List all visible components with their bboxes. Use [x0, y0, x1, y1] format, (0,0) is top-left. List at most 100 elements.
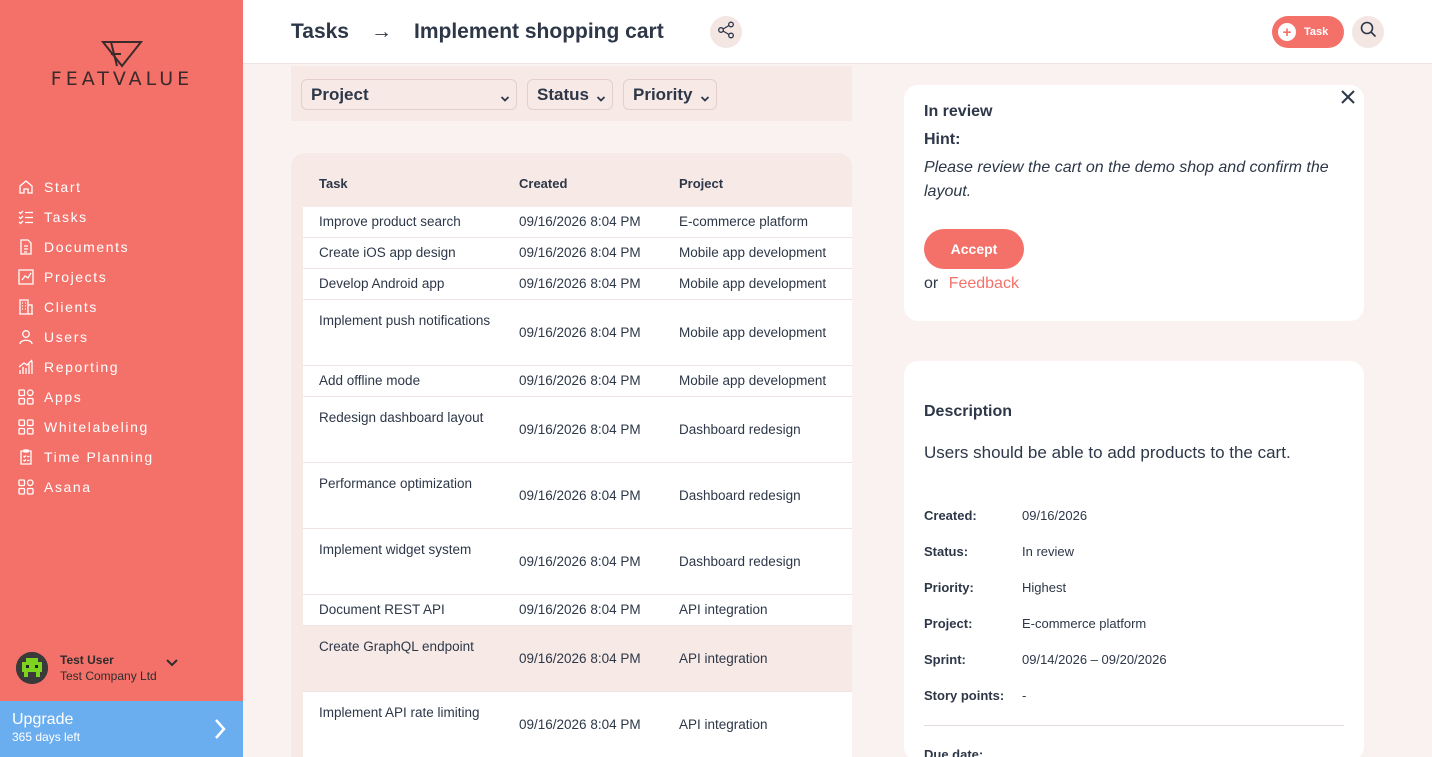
chevron-right-icon [213, 718, 227, 745]
sidebar-item-apps[interactable]: Apps [16, 382, 154, 412]
column-created[interactable]: Created [519, 176, 567, 191]
status-filter-label: Status [537, 84, 589, 104]
sidebar-item-documents[interactable]: Documents [16, 232, 154, 262]
search-icon [1360, 21, 1377, 43]
accept-button[interactable]: Accept [924, 229, 1024, 269]
whitelabel-icon [16, 417, 36, 437]
sidebar-item-label: Documents [44, 239, 130, 255]
table-row[interactable]: Document REST API 09/16/2026 8:04 PM API… [303, 595, 852, 626]
meta-key: Project: [924, 616, 973, 631]
created-cell: 09/16/2026 8:04 PM [519, 602, 641, 617]
project-cell: API integration [679, 602, 768, 617]
sidebar-item-clients[interactable]: Clients [16, 292, 154, 322]
table-row[interactable]: Redesign dashboard layout 09/16/2026 8:0… [303, 397, 852, 463]
created-cell: 09/16/2026 8:04 PM [519, 373, 641, 388]
chevron-down-icon [500, 89, 510, 109]
meta-value[interactable]: E-commerce platform [1022, 616, 1146, 631]
task-cell: Create GraphQL endpoint [319, 639, 474, 654]
created-cell: 09/16/2026 8:04 PM [519, 554, 641, 569]
sidebar-item-users[interactable]: Users [16, 322, 154, 352]
meta-value[interactable]: 09/14/2026 – 09/20/2026 [1022, 652, 1167, 667]
share-button[interactable] [710, 16, 742, 48]
sidebar-item-label: Whitelabeling [44, 419, 149, 435]
projects-icon [16, 267, 36, 287]
upgrade-button[interactable]: Upgrade 365 days left [0, 701, 243, 757]
sidebar-item-whitelabeling[interactable]: Whitelabeling [16, 412, 154, 442]
breadcrumb-root[interactable]: Tasks [291, 20, 349, 44]
user-menu[interactable]: Test User Test Company Ltd [16, 652, 179, 684]
sidebar-item-reporting[interactable]: Reporting [16, 352, 154, 382]
task-cell: Redesign dashboard layout [319, 410, 484, 425]
meta-key: Created: [924, 508, 977, 523]
project-filter[interactable]: Project [301, 79, 517, 110]
created-cell: 09/16/2026 8:04 PM [519, 214, 641, 229]
search-button[interactable] [1352, 16, 1384, 48]
close-icon [1340, 89, 1356, 110]
project-cell: API integration [679, 651, 768, 666]
close-button[interactable] [1336, 87, 1360, 111]
logo-icon [100, 41, 144, 68]
priority-filter[interactable]: Priority [623, 79, 717, 110]
feedback-line: or Feedback [924, 275, 1019, 293]
sidebar-item-start[interactable]: Start [16, 172, 154, 202]
column-task[interactable]: Task [319, 176, 348, 191]
sidebar-nav: Start Tasks Documents Projects Clients U… [16, 172, 154, 502]
sidebar-item-tasks[interactable]: Tasks [16, 202, 154, 232]
chevron-down-icon [596, 89, 606, 109]
tasks-table: Task Created Project Improve product sea… [291, 153, 852, 757]
add-task-button[interactable]: + Task [1272, 16, 1344, 48]
column-project[interactable]: Project [679, 176, 723, 191]
table-row[interactable]: Performance optimization 09/16/2026 8:04… [303, 463, 852, 529]
task-cell: Add offline mode [319, 373, 421, 388]
logo[interactable]: FEATVALUE [36, 40, 208, 90]
meta-value[interactable]: Highest [1022, 580, 1066, 595]
or-text: or [924, 275, 939, 292]
table-row[interactable]: Add offline mode 09/16/2026 8:04 PM Mobi… [303, 366, 852, 397]
table-row[interactable]: Implement widget system 09/16/2026 8:04 … [303, 529, 852, 595]
task-cell: Create iOS app design [319, 245, 456, 260]
project-cell: Mobile app development [679, 373, 827, 388]
chevron-down-icon[interactable] [165, 655, 179, 673]
task-cell: Implement API rate limiting [319, 705, 480, 720]
created-cell: 09/16/2026 8:04 PM [519, 276, 641, 291]
sidebar-item-label: Asana [44, 479, 92, 495]
documents-icon [16, 237, 36, 257]
table-row[interactable]: Create GraphQL endpoint 09/16/2026 8:04 … [303, 626, 852, 692]
sidebar-item-label: Clients [44, 299, 98, 315]
project-cell: Mobile app development [679, 325, 827, 340]
sidebar-item-asana[interactable]: Asana [16, 472, 154, 502]
created-cell: 09/16/2026 8:04 PM [519, 422, 641, 437]
project-cell: Dashboard redesign [679, 554, 801, 569]
project-filter-label: Project [311, 84, 369, 104]
table-row[interactable]: Create iOS app design 09/16/2026 8:04 PM… [303, 238, 852, 269]
sidebar-item-label: Projects [44, 269, 108, 285]
user-company: Test Company Ltd [60, 669, 157, 683]
user-icon [16, 327, 36, 347]
task-cell: Implement widget system [319, 542, 472, 557]
user-name: Test User [60, 653, 114, 667]
table-row[interactable]: Develop Android app 09/16/2026 8:04 PM M… [303, 269, 852, 300]
meta-value[interactable]: In review [1022, 544, 1074, 559]
feedback-link[interactable]: Feedback [949, 275, 1019, 292]
status-filter[interactable]: Status [527, 79, 613, 110]
task-cell: Develop Android app [319, 276, 445, 291]
meta-value[interactable]: - [1022, 688, 1026, 703]
avatar [16, 652, 48, 684]
table-row[interactable]: Implement push notifications 09/16/2026 … [303, 300, 852, 366]
sidebar-item-time-planning[interactable]: Time Planning [16, 442, 154, 472]
table-row[interactable]: Implement API rate limiting 09/16/2026 8… [303, 692, 852, 757]
hint-text: Please review the cart on the demo shop … [924, 159, 1329, 200]
upgrade-title: Upgrade [12, 711, 74, 728]
project-cell: Mobile app development [679, 245, 827, 260]
apps-icon [16, 477, 36, 497]
table-row[interactable]: Improve product search 09/16/2026 8:04 P… [303, 207, 852, 238]
sidebar-item-label: Time Planning [44, 449, 154, 465]
due-date-label: Due date: [924, 747, 984, 757]
sidebar-item-projects[interactable]: Projects [16, 262, 154, 292]
meta-value: 09/16/2026 [1022, 508, 1088, 523]
project-cell: API integration [679, 717, 768, 732]
created-cell: 09/16/2026 8:04 PM [519, 717, 641, 732]
divider [924, 725, 1344, 726]
add-task-label: Task [1304, 26, 1329, 38]
review-status: In review [924, 103, 993, 120]
